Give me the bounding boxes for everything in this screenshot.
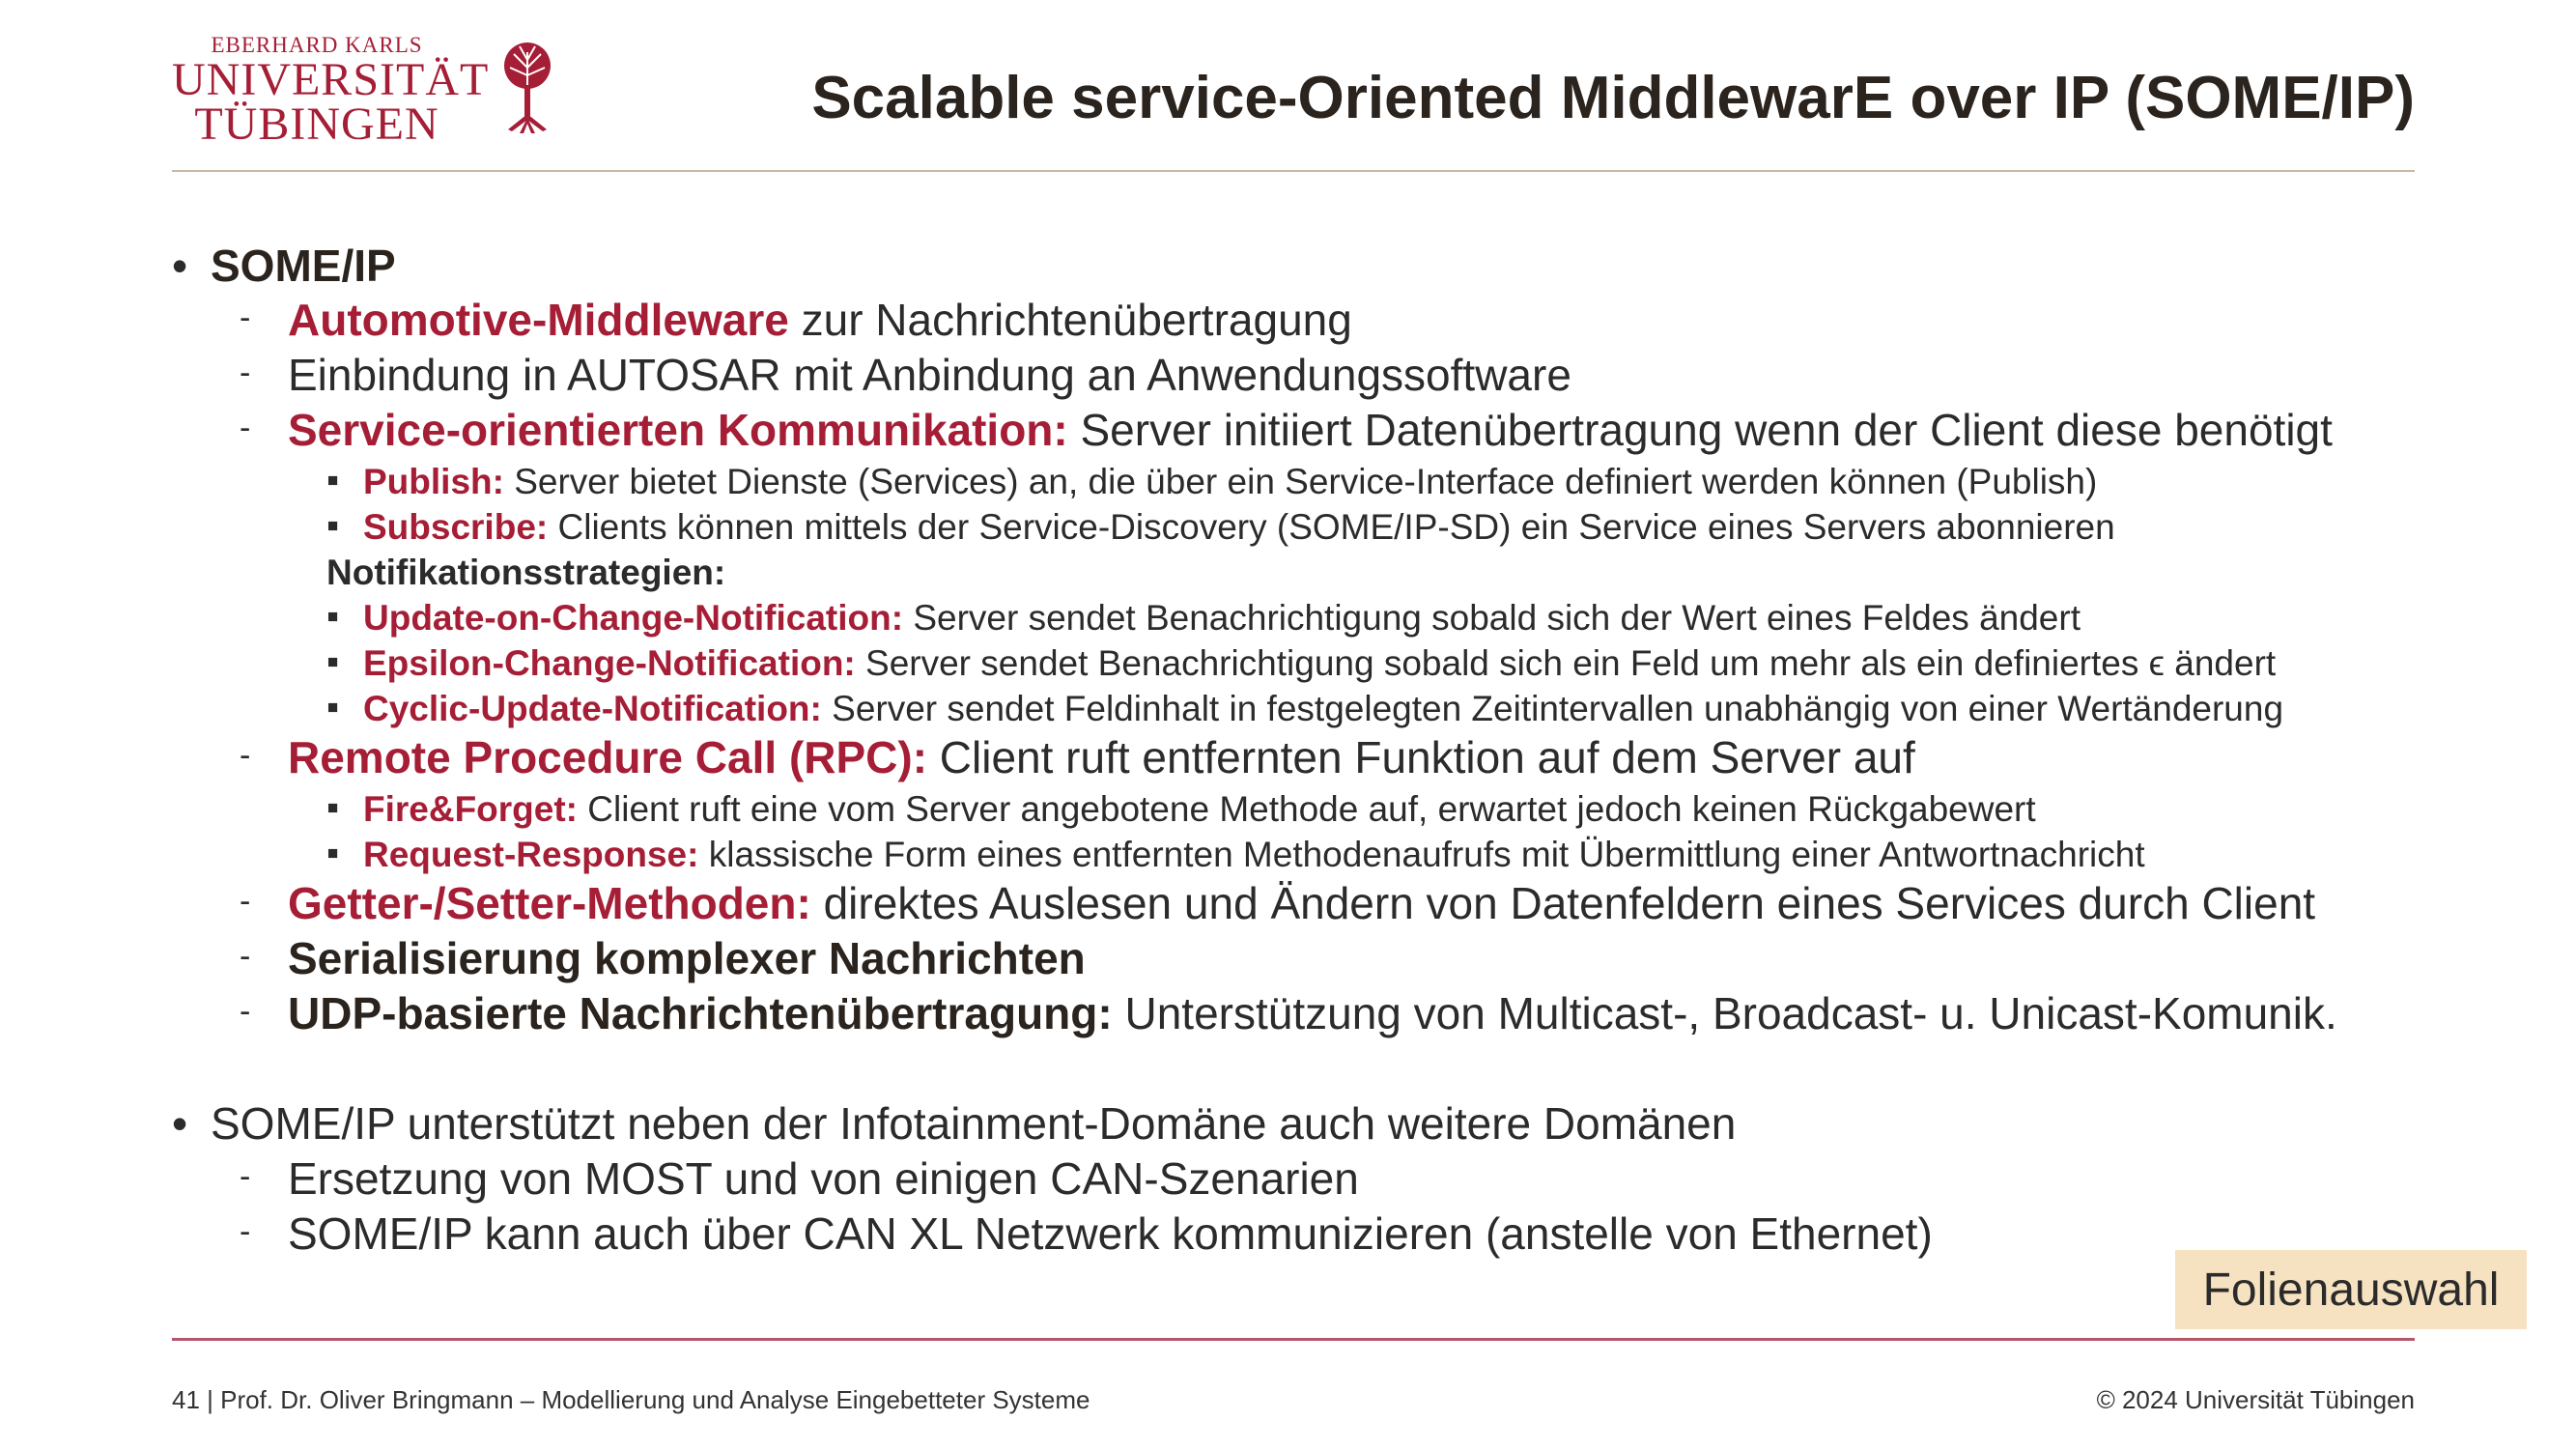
square-marker: ▪ <box>326 596 340 636</box>
logo-line-3: TÜBINGEN <box>194 99 439 150</box>
square-marker: ▪ <box>326 641 340 681</box>
list-item: - Remote Procedure Call (RPC): Client ru… <box>240 731 1915 783</box>
square-marker: ▪ <box>326 505 340 545</box>
footer-divider <box>172 1338 2415 1341</box>
highlight-text: Subscribe: <box>363 507 549 547</box>
item-text: zur Nachrichtenübertragung <box>788 295 1352 345</box>
list-item: - Service-orientierten Kommunikation: Se… <box>240 404 2333 456</box>
highlight-text: Getter-/Setter-Methoden: <box>288 878 811 928</box>
slide-title: Scalable service-Oriented MiddlewarE ove… <box>811 65 2415 131</box>
list-item: - Getter-/Setter-Methoden: direktes Ausl… <box>240 877 2315 929</box>
item-text: Client ruft entfernten Funktion auf dem … <box>927 732 1915 782</box>
item-text: direktes Auslesen und Ändern von Datenfe… <box>810 878 2316 928</box>
item-text: Unterstützung von Multicast-, Broadcast-… <box>1112 988 2337 1038</box>
highlight-text: Publish: <box>363 462 504 501</box>
sub-list-item: ▪ Update-on-Change-Notification: Server … <box>326 596 2081 639</box>
dash-marker: - <box>240 883 251 920</box>
dash-marker: - <box>240 993 251 1030</box>
item-text: Ersetzung von MOST und von einigen CAN-S… <box>288 1153 1359 1204</box>
list-item: - Einbindung in AUTOSAR mit Anbindung an… <box>240 349 1571 401</box>
list-item: - Serialisierung komplexer Nachrichten <box>240 932 1086 984</box>
highlight-text: Request-Response: <box>363 835 699 874</box>
header-divider <box>172 170 2415 172</box>
palm-tree-icon <box>504 43 551 133</box>
list-item: - SOME/IP kann auch über CAN XL Netzwerk… <box>240 1208 1933 1260</box>
bullet-marker: • <box>172 241 188 291</box>
sub-list-item: ▪ Publish: Server bietet Dienste (Servic… <box>326 460 2097 502</box>
square-marker: ▪ <box>326 460 340 499</box>
logo-line-2: UNIVERSITÄT <box>172 54 490 105</box>
logo-wordmark: EBERHARD KARLS UNIVERSITÄT TÜBINGEN <box>172 33 490 150</box>
item-text: SOME/IP unterstützt neben der Infotainme… <box>211 1098 1737 1149</box>
highlight-text: Update-on-Change-Notification: <box>363 598 904 638</box>
item-text: SOME/IP kann auch über CAN XL Netzwerk k… <box>288 1208 1933 1259</box>
university-logo: EBERHARD KARLS UNIVERSITÄT TÜBINGEN <box>172 33 578 148</box>
item-text: Einbindung in AUTOSAR mit Anbindung an A… <box>288 350 1571 400</box>
sub-list-item: ▪ Subscribe: Clients können mittels der … <box>326 505 2115 548</box>
bullet-heading: SOME/IP <box>211 241 396 291</box>
item-text: Server initiiert Datenübertragung wenn d… <box>1067 405 2333 455</box>
highlight-text: Service-orientierten Kommunikation: <box>288 405 1068 455</box>
sub-list-item: ▪ Request-Response: klassische Form eine… <box>326 833 2145 875</box>
item-text: Server bietet Dienste (Services) an, die… <box>503 462 2098 501</box>
sub-list-item: ▪ Epsilon-Change-Notification: Server se… <box>326 641 2276 684</box>
sub-list-item: ▪ Cyclic-Update-Notification: Server sen… <box>326 687 2283 729</box>
highlight-text: UDP-basierte Nachrichtenübertragung: <box>288 988 1113 1038</box>
dash-marker: - <box>240 938 251 975</box>
dash-marker: - <box>240 1158 251 1195</box>
footer-slide-info: 41 | Prof. Dr. Oliver Bringmann – Modell… <box>172 1385 1090 1414</box>
item-text: Clients können mittels der Service-Disco… <box>548 507 2115 547</box>
item-text: Client ruft eine vom Server angebotene M… <box>578 789 2036 829</box>
item-text: Server sendet Feldinhalt in festgelegten… <box>821 689 2284 728</box>
bullet-item: • SOME/IP unterstützt neben der Infotain… <box>172 1097 1736 1150</box>
item-text: klassische Form eines entfernten Methode… <box>698 835 2145 874</box>
dash-marker: - <box>240 355 251 391</box>
list-item: - Ersetzung von MOST und von einigen CAN… <box>240 1152 1359 1205</box>
highlight-text: Epsilon-Change-Notification: <box>363 643 856 683</box>
footer-copyright: © 2024 Universität Tübingen <box>2096 1385 2415 1414</box>
dash-marker: - <box>240 1213 251 1250</box>
highlight-text: Automotive-Middleware <box>288 295 789 345</box>
notification-heading: Notifikationsstrategien: <box>326 553 726 592</box>
bullet-marker: • <box>172 1098 188 1149</box>
slide-selection-button[interactable]: Folienauswahl <box>2175 1250 2527 1329</box>
dash-marker: - <box>240 410 251 446</box>
item-text: Server sendet Benachrichtigung sobald si… <box>855 643 2277 683</box>
list-item: - Automotive-Middleware zur Nachrichtenü… <box>240 294 1352 346</box>
sub-list-item: ▪ Fire&Forget: Client ruft eine vom Serv… <box>326 787 2036 830</box>
dash-marker: - <box>240 299 251 336</box>
highlight-text: Cyclic-Update-Notification: <box>363 689 822 728</box>
bullet-item: • SOME/IP <box>172 240 396 292</box>
dash-marker: - <box>240 737 251 774</box>
item-text: Server sendet Benachrichtigung sobald si… <box>903 598 2081 638</box>
item-text: Serialisierung komplexer Nachrichten <box>288 933 1086 983</box>
square-marker: ▪ <box>326 687 340 726</box>
highlight-text: Fire&Forget: <box>363 789 578 829</box>
square-marker: ▪ <box>326 833 340 872</box>
highlight-text: Remote Procedure Call (RPC): <box>288 732 928 782</box>
square-marker: ▪ <box>326 787 340 827</box>
list-item: - UDP-basierte Nachrichtenübertragung: U… <box>240 987 2337 1039</box>
